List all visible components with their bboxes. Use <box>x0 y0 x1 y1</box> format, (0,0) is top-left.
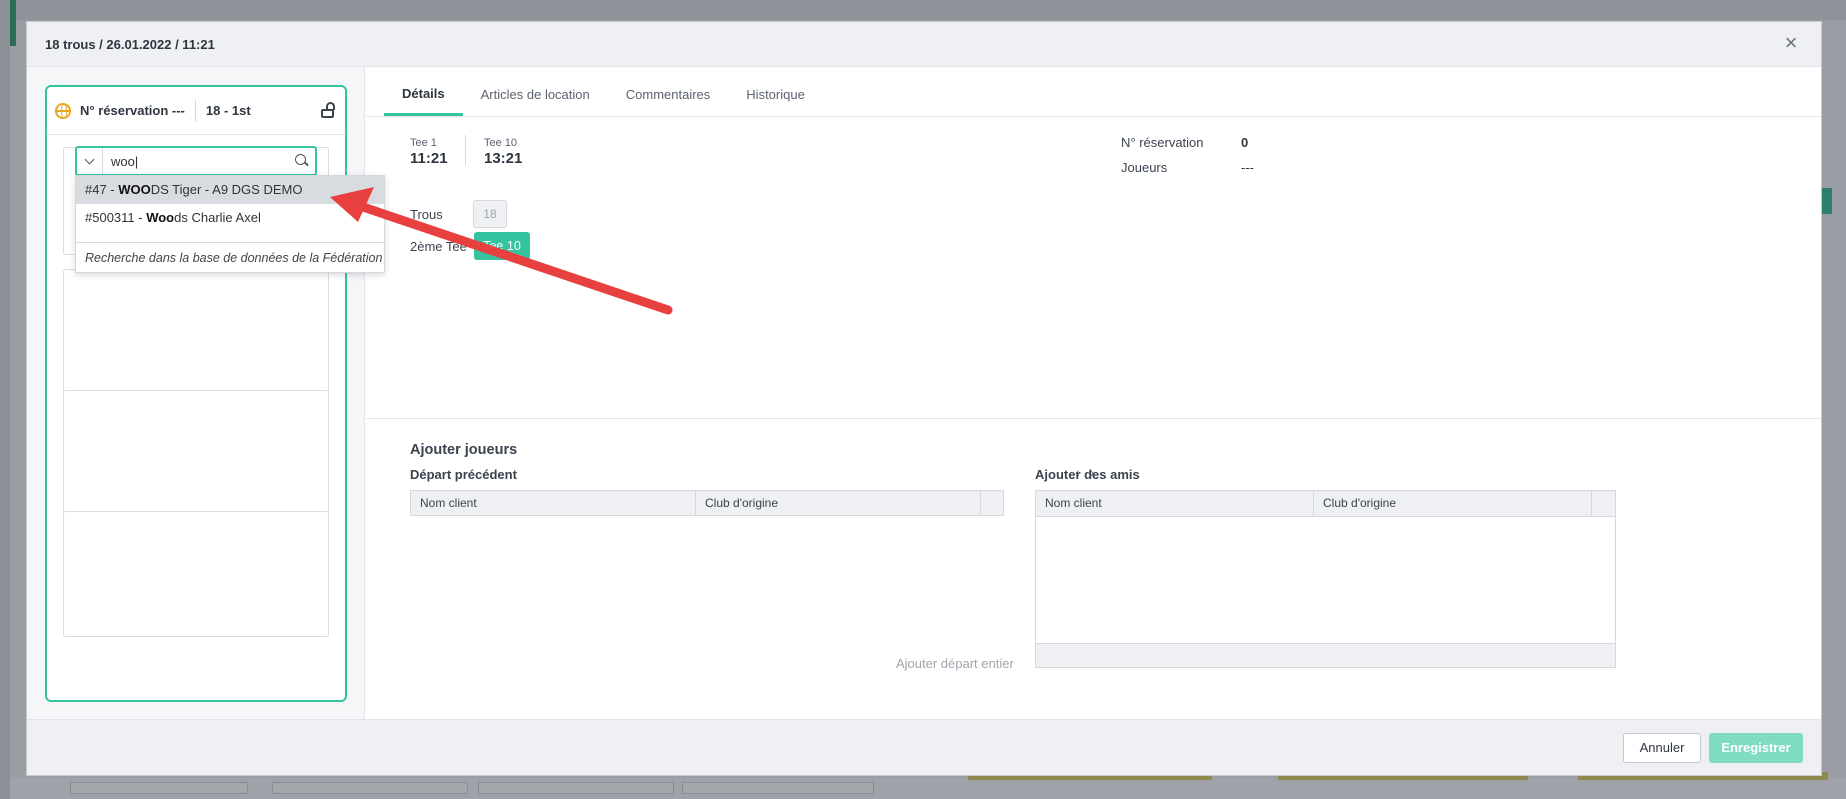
search-icon[interactable] <box>289 148 315 174</box>
tee10-block: Tee 10 13:21 <box>484 137 522 167</box>
federation-search-link[interactable]: Recherche dans la base de données de la … <box>76 242 384 272</box>
player-slot-4[interactable] <box>63 511 329 637</box>
reservation-label: N° réservation --- <box>80 103 185 118</box>
table-header: Nom client Club d'origine <box>411 491 1003 515</box>
tee10-time: 13:21 <box>484 150 523 167</box>
unlock-icon[interactable] <box>321 102 335 118</box>
save-button[interactable]: Enregistrer <box>1709 733 1803 763</box>
tee10-label: Tee 10 <box>484 137 518 149</box>
player-slot-2[interactable] <box>63 269 329 395</box>
column-actions <box>981 491 1003 515</box>
add-players-section: Ajouter joueurs Départ précédent ‹› Nom … <box>366 420 1821 719</box>
add-whole-departure-button[interactable]: Ajouter départ entier <box>896 656 1014 671</box>
tab-rental-items[interactable]: Articles de location <box>463 87 608 116</box>
previous-departure-table: Nom client Club d'origine <box>410 490 1004 516</box>
previous-departure-title: Départ précédent <box>410 467 517 482</box>
background-slot <box>478 782 674 794</box>
background-accent <box>10 0 16 46</box>
modal-header: 18 trous / 26.01.2022 / 11:21 × <box>27 22 1821 67</box>
modal-title: 18 trous / 26.01.2022 / 11:21 <box>45 36 215 52</box>
table-footer <box>1036 643 1615 667</box>
close-icon[interactable]: × <box>1779 32 1803 56</box>
background-slot <box>682 782 874 794</box>
booking-number-value: 0 <box>1241 135 1249 150</box>
add-friends-title: Ajouter des amis <box>1035 467 1140 482</box>
holes-label: Trous <box>410 207 443 222</box>
column-name[interactable]: Nom client <box>1036 491 1314 516</box>
tee1-block: Tee 1 11:21 <box>410 137 448 167</box>
column-name[interactable]: Nom client <box>411 491 696 515</box>
search-result-item[interactable]: #500311 - Woods Charlie Axel <box>76 204 384 232</box>
second-tee-label: 2ème Tee <box>410 239 467 254</box>
divider <box>465 135 466 165</box>
booking-number-label: N° réservation <box>1121 135 1204 150</box>
column-club[interactable]: Club d'origine <box>1314 491 1592 516</box>
tab-details[interactable]: Détails <box>384 86 463 116</box>
divider <box>194 99 196 122</box>
tab-bar: Détails Articles de location Commentaire… <box>366 67 1821 117</box>
player-search-combobox[interactable]: woo <box>75 146 317 176</box>
background-tab-marker <box>1822 188 1832 214</box>
search-results-dropdown: #47 - WOODS Tiger - A9 DGS DEMO #500311 … <box>75 175 385 273</box>
chevron-down-icon[interactable] <box>77 148 103 174</box>
players-label: Joueurs <box>1121 160 1168 175</box>
column-club[interactable]: Club d'origine <box>696 491 981 515</box>
tab-comments[interactable]: Commentaires <box>608 87 729 116</box>
reservation-code: 18 - 1st <box>205 103 251 118</box>
player-slot-3[interactable] <box>63 390 329 516</box>
tee1-label: Tee 1 <box>410 137 437 149</box>
modal-footer: Annuler Enregistrer <box>27 719 1821 775</box>
column-actions <box>1592 491 1615 516</box>
reservation-header: N° réservation --- 18 - 1st <box>47 87 345 135</box>
tee1-time: 11:21 <box>410 150 448 167</box>
players-value: --- <box>1241 160 1254 175</box>
background-slot <box>272 782 468 794</box>
friends-table: Nom client Club d'origine <box>1035 490 1616 668</box>
globe-icon <box>55 102 71 119</box>
cancel-button[interactable]: Annuler <box>1623 733 1701 763</box>
background-topbar <box>10 0 1846 20</box>
booking-modal: 18 trous / 26.01.2022 / 11:21 × N° réser… <box>27 22 1821 775</box>
details-area: Détails Articles de location Commentaire… <box>366 67 1821 719</box>
tab-history[interactable]: Historique <box>728 87 823 116</box>
table-header: Nom client Club d'origine <box>1036 491 1615 517</box>
second-tee-button[interactable]: Tee 10 <box>474 232 530 260</box>
add-players-title: Ajouter joueurs <box>410 442 518 458</box>
details-panel: Tee 1 11:21 Tee 10 13:21 Trous 18 2ème T… <box>366 117 1821 419</box>
background-slot <box>70 782 248 794</box>
holes-button[interactable]: 18 <box>473 200 507 228</box>
modal-body: N° réservation --- 18 - 1st woo #47 - WO… <box>27 67 1821 719</box>
player-search-input[interactable]: woo <box>103 154 289 169</box>
search-result-item[interactable]: #47 - WOODS Tiger - A9 DGS DEMO <box>76 176 384 204</box>
